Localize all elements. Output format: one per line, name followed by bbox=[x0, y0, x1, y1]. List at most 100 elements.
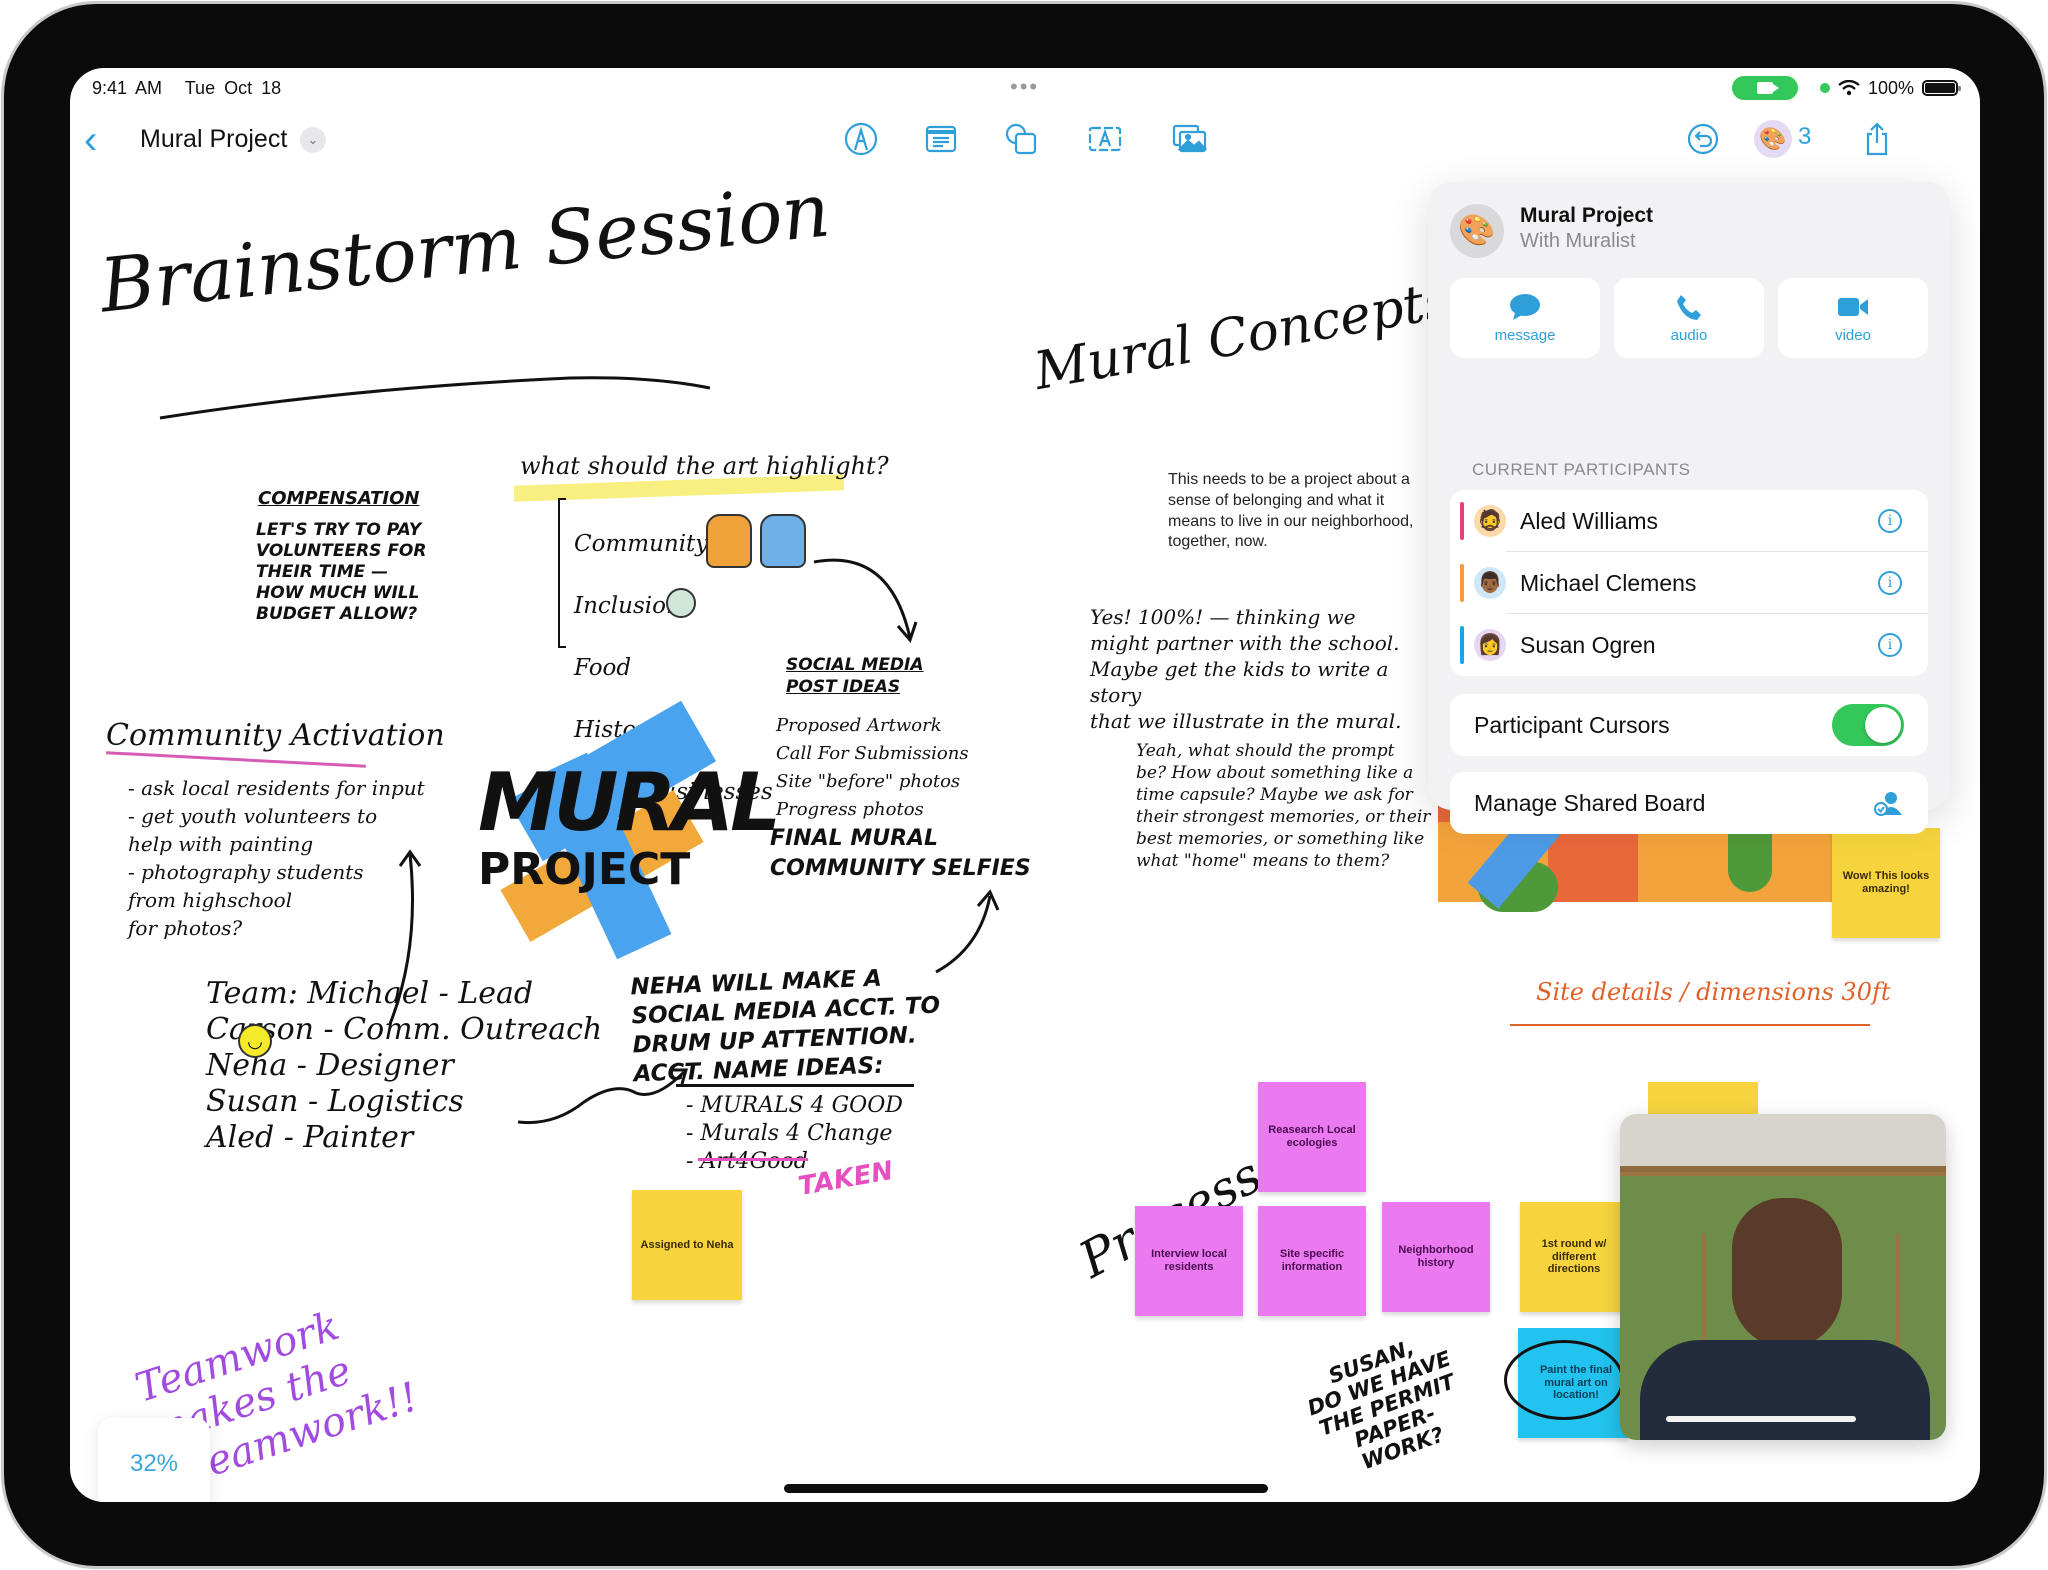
avatar: 👨🏾 bbox=[1474, 567, 1506, 599]
video-button[interactable]: video bbox=[1778, 278, 1928, 358]
person-body bbox=[1640, 1340, 1930, 1440]
participant-name: Aled Williams bbox=[1520, 507, 1659, 534]
popover-subtitle: With Muralist bbox=[1520, 230, 1636, 252]
logo-mural: MURAL bbox=[478, 756, 781, 849]
strikethrough bbox=[698, 1158, 808, 1161]
sticky-note-icon bbox=[925, 125, 957, 153]
manage-shared-board-label: Manage Shared Board bbox=[1474, 789, 1706, 816]
shapes-icon bbox=[1005, 123, 1037, 155]
chevron-left-icon: ‹ bbox=[84, 118, 98, 162]
audio-button[interactable]: audio bbox=[1614, 278, 1764, 358]
palette-icon: 🎨 bbox=[1458, 214, 1496, 247]
board-title[interactable]: Mural Project bbox=[140, 125, 287, 154]
status-date: Tue Oct 18 bbox=[184, 78, 282, 98]
avatar: 👩 bbox=[1474, 629, 1506, 661]
sticky-note-partial[interactable] bbox=[1648, 1082, 1758, 1114]
mural-project-logo: MURAL PROJECT bbox=[472, 700, 781, 960]
home-indicator[interactable] bbox=[784, 1484, 1268, 1493]
status-time: 9:41 AM bbox=[92, 78, 163, 98]
phone-icon bbox=[1677, 294, 1701, 320]
dimension-arrow bbox=[1510, 1024, 1870, 1026]
media-button[interactable] bbox=[1168, 118, 1210, 160]
neha-social-note: NEHA WILL MAKE A SOCIAL MEDIA ACCT. TO D… bbox=[630, 965, 941, 1088]
logo-project: PROJECT bbox=[478, 844, 691, 895]
video-label: video bbox=[1835, 326, 1871, 344]
smiley-icon: ◡ bbox=[238, 1024, 272, 1058]
sticky-note[interactable]: Interview local residents bbox=[1135, 1206, 1243, 1316]
participant-cursors-toggle[interactable] bbox=[1832, 704, 1904, 746]
participant-name: Susan Ogren bbox=[1520, 631, 1656, 658]
highlight-question: what should the art highlight? bbox=[520, 452, 889, 480]
info-icon[interactable]: i bbox=[1878, 509, 1902, 533]
manage-shared-board-button[interactable]: Manage Shared Board bbox=[1450, 772, 1928, 834]
collaboration-button[interactable]: 🎨 bbox=[1754, 120, 1792, 158]
text-box-icon bbox=[1088, 126, 1122, 152]
back-button[interactable]: ‹ bbox=[84, 120, 97, 160]
cursor-color-indicator bbox=[1460, 564, 1464, 602]
sticky-note[interactable]: Neighborhood history bbox=[1382, 1202, 1490, 1312]
toggle-knob bbox=[1865, 707, 1901, 743]
cursor-color-indicator bbox=[1460, 502, 1464, 540]
video-camera-icon bbox=[1838, 297, 1868, 316]
participant-name: Michael Clemens bbox=[1520, 569, 1697, 596]
collaborator-count[interactable]: 3 bbox=[1798, 123, 1811, 151]
pen-tool-button[interactable] bbox=[840, 118, 882, 160]
facetime-video-tile[interactable] bbox=[1620, 1114, 1946, 1440]
participant-row[interactable]: 👨🏾 Michael Clemens i bbox=[1450, 552, 1928, 614]
shapes-button[interactable] bbox=[1000, 118, 1042, 160]
media-icon bbox=[1172, 124, 1207, 153]
pen-tool-icon bbox=[844, 122, 878, 156]
share-button[interactable] bbox=[1856, 118, 1898, 160]
arrow-up-right bbox=[935, 889, 1000, 974]
group-avatar: 🎨 bbox=[1450, 204, 1504, 258]
sticky-note[interactable]: 1st round w/ different directions bbox=[1520, 1202, 1628, 1312]
participant-row[interactable]: 👩 Susan Ogren i bbox=[1450, 614, 1928, 676]
note-underline bbox=[676, 1084, 914, 1087]
camera-in-use-icon bbox=[1819, 83, 1830, 93]
info-icon[interactable]: i bbox=[1878, 571, 1902, 595]
participant-cursors-row: Participant Cursors bbox=[1450, 694, 1928, 756]
fist-blue-icon bbox=[760, 514, 806, 568]
battery-icon bbox=[1922, 80, 1961, 96]
arrow-to-social bbox=[813, 558, 918, 643]
facetime-active-pill[interactable] bbox=[1731, 76, 1798, 100]
sticky-note-button[interactable] bbox=[920, 118, 962, 160]
chevron-down-icon[interactable]: ⌄ bbox=[300, 127, 326, 153]
person-head bbox=[1732, 1198, 1842, 1348]
circle-annotation bbox=[1504, 1340, 1624, 1420]
participants-list: 🧔 Aled Williams i 👨🏾 Michael Clemens i 👩… bbox=[1450, 490, 1928, 676]
compensation-title: COMPENSATION bbox=[258, 488, 420, 509]
avatar: 🧔 bbox=[1474, 505, 1506, 537]
info-icon[interactable]: i bbox=[1878, 633, 1902, 657]
battery-percent: 100% bbox=[1867, 77, 1914, 98]
popover-title: Mural Project bbox=[1520, 204, 1654, 227]
compensation-body: LET'S TRY TO PAY VOLUNTEERS FOR THEIR TI… bbox=[256, 520, 427, 624]
text-box-button[interactable] bbox=[1084, 118, 1126, 160]
share-icon bbox=[1866, 122, 1888, 156]
undo-button[interactable] bbox=[1682, 118, 1724, 160]
sticky-note[interactable]: Assigned to Neha bbox=[632, 1190, 742, 1300]
window-frame bbox=[1620, 1172, 1946, 1176]
zoom-level-button[interactable]: 32% bbox=[98, 1418, 210, 1502]
participant-row[interactable]: 🧔 Aled Williams i bbox=[1450, 490, 1928, 552]
bracket bbox=[558, 498, 566, 648]
message-bubble-icon bbox=[1510, 293, 1540, 320]
globe-icon bbox=[666, 588, 696, 618]
sticky-note[interactable]: Reasearch Local ecologies bbox=[1258, 1082, 1366, 1192]
sticky-note[interactable]: Site specific information bbox=[1258, 1206, 1366, 1316]
multitasking-dots[interactable]: ••• bbox=[1010, 74, 1039, 100]
social-media-final: FINAL MURAL COMMUNITY SELFIES bbox=[770, 826, 1031, 881]
freeform-screen: 9:41 AM Tue Oct 18 ••• 100% ‹ Mural Proj… bbox=[70, 68, 1980, 1502]
typed-note: This needs to be a project about a sense… bbox=[1168, 471, 1414, 551]
reply-note-2: Yeah, what should the prompt be? How abo… bbox=[1136, 741, 1431, 871]
participants-header: CURRENT PARTICIPANTS bbox=[1472, 460, 1691, 479]
community-activation-title: Community Activation bbox=[106, 718, 445, 753]
video-camera-icon bbox=[1756, 82, 1779, 94]
sticky-note[interactable]: Wow! This looks amazing! bbox=[1832, 828, 1940, 938]
reply-note-1: Yes! 100%! — thinking we might partner w… bbox=[1090, 605, 1402, 733]
message-button[interactable]: message bbox=[1450, 278, 1600, 358]
collaboration-popover: 🎨 Mural Project With Muralist message au… bbox=[1428, 182, 1950, 834]
status-bar-left: 9:41 AM Tue Oct 18 bbox=[92, 78, 295, 99]
undo-icon bbox=[1687, 123, 1719, 155]
participant-cursors-label: Participant Cursors bbox=[1474, 711, 1670, 738]
